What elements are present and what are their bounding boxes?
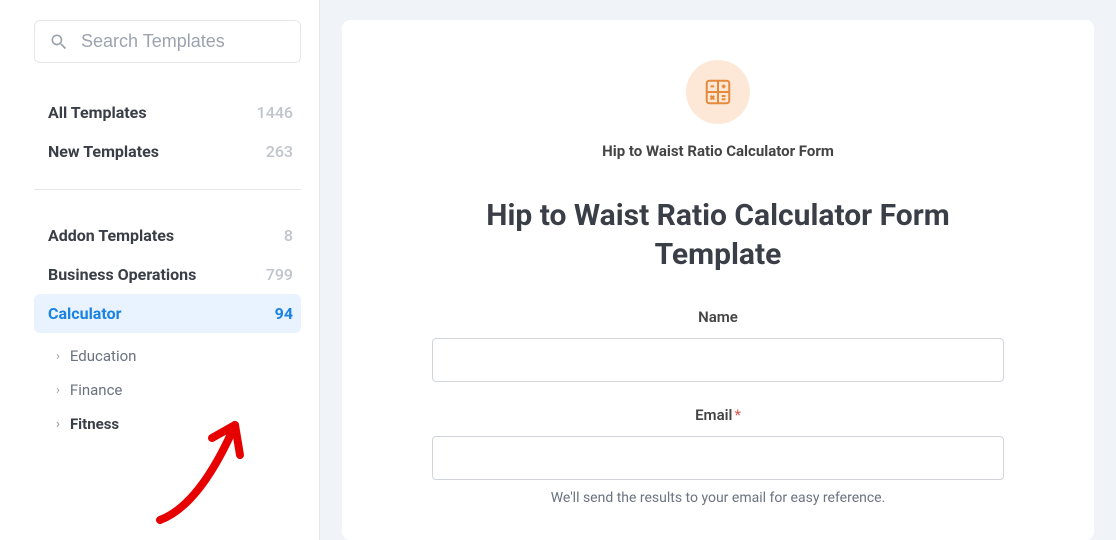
cat-label: Business Operations xyxy=(48,265,196,284)
email-helper-text: We'll send the results to your email for… xyxy=(432,490,1004,506)
subcat-label: Education xyxy=(70,347,137,365)
subcat-education[interactable]: › Education xyxy=(34,339,301,373)
subcat-label: Finance xyxy=(70,381,122,399)
subcat-finance[interactable]: › Finance xyxy=(34,373,301,407)
subcat-fitness[interactable]: › Fitness xyxy=(34,407,301,441)
cat-count: 94 xyxy=(275,304,293,323)
cat-label: New Templates xyxy=(48,142,159,161)
name-input[interactable] xyxy=(432,338,1004,382)
search-input[interactable] xyxy=(81,31,286,52)
cat-addon-templates[interactable]: Addon Templates 8 xyxy=(34,216,301,255)
sidebar: All Templates 1446 New Templates 263 Add… xyxy=(0,0,320,540)
calculator-icon xyxy=(686,60,750,124)
template-big-title: Hip to Waist Ratio Calculator Form Templ… xyxy=(432,196,1004,274)
subcat-label: Fitness xyxy=(70,415,119,433)
search-icon xyxy=(49,32,69,52)
cat-count: 8 xyxy=(284,226,293,245)
cat-all-templates[interactable]: All Templates 1446 xyxy=(34,93,301,132)
cat-count: 263 xyxy=(266,142,293,161)
subcategories: › Education › Finance › Fitness xyxy=(34,339,301,441)
chevron-right-icon: › xyxy=(56,417,60,432)
chevron-right-icon: › xyxy=(56,349,60,364)
email-input[interactable] xyxy=(432,436,1004,480)
categories-list: Addon Templates 8 Business Operations 79… xyxy=(34,216,301,441)
cat-label: All Templates xyxy=(48,103,147,122)
email-label: Email* xyxy=(432,406,1004,424)
chevron-right-icon: › xyxy=(56,383,60,398)
divider xyxy=(34,189,301,190)
cat-count: 1446 xyxy=(257,103,293,122)
top-categories: All Templates 1446 New Templates 263 xyxy=(34,93,301,171)
search-box[interactable] xyxy=(34,20,301,63)
cat-count: 799 xyxy=(266,265,293,284)
cat-calculator[interactable]: Calculator 94 xyxy=(34,294,301,333)
cat-label: Addon Templates xyxy=(48,226,174,245)
name-label: Name xyxy=(432,308,1004,326)
required-mark: * xyxy=(734,406,740,424)
template-preview-card: Hip to Waist Ratio Calculator Form Hip t… xyxy=(342,20,1094,540)
template-small-title: Hip to Waist Ratio Calculator Form xyxy=(432,142,1004,160)
main-area: Hip to Waist Ratio Calculator Form Hip t… xyxy=(320,0,1116,540)
cat-label: Calculator xyxy=(48,304,121,323)
cat-business-operations[interactable]: Business Operations 799 xyxy=(34,255,301,294)
cat-new-templates[interactable]: New Templates 263 xyxy=(34,132,301,171)
